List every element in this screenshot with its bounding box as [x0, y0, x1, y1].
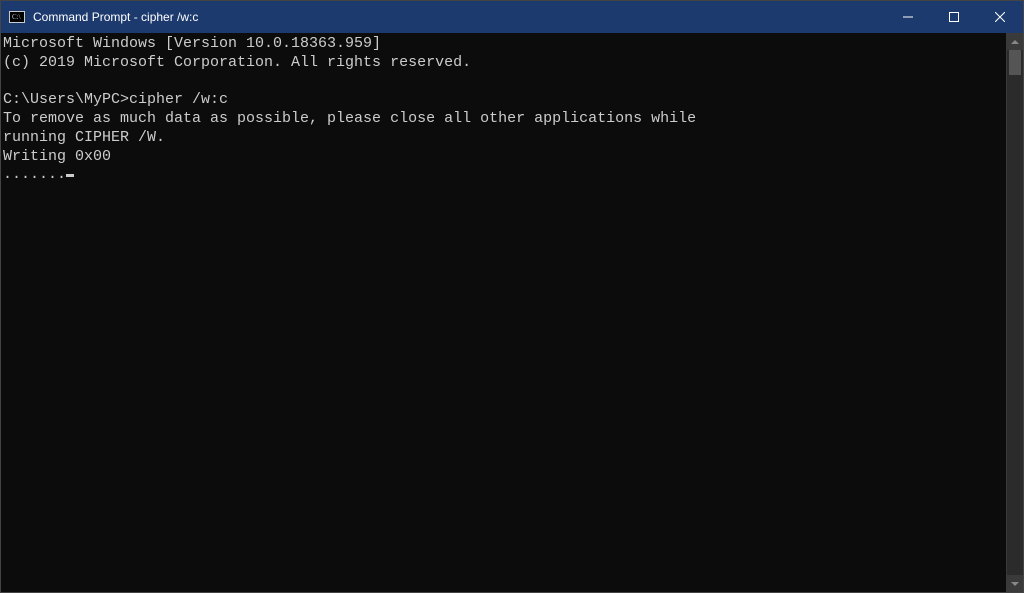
chevron-down-icon	[1011, 580, 1019, 588]
progress-dots: .......	[3, 166, 66, 183]
terminal-output[interactable]: Microsoft Windows [Version 10.0.18363.95…	[1, 33, 1006, 592]
minimize-button[interactable]	[885, 1, 931, 33]
titlebar[interactable]: C:\ Command Prompt - cipher /w:c	[1, 1, 1023, 33]
cmd-icon: C:\	[9, 9, 25, 25]
prompt-text: C:\Users\MyPC>	[3, 91, 129, 108]
content-area: Microsoft Windows [Version 10.0.18363.95…	[1, 33, 1023, 592]
prompt-line: C:\Users\MyPC>cipher /w:c	[3, 91, 228, 108]
status-line: Writing 0x00	[3, 148, 111, 165]
scroll-track[interactable]	[1007, 50, 1023, 575]
command-prompt-window: C:\ Command Prompt - cipher /w:c	[0, 0, 1024, 593]
close-icon	[995, 12, 1005, 22]
vertical-scrollbar[interactable]	[1006, 33, 1023, 592]
window-controls	[885, 1, 1023, 33]
cursor	[66, 174, 74, 177]
copyright-line: (c) 2019 Microsoft Corporation. All righ…	[3, 54, 471, 71]
message-line-1: To remove as much data as possible, plea…	[3, 110, 696, 127]
version-line: Microsoft Windows [Version 10.0.18363.95…	[3, 35, 381, 52]
minimize-icon	[903, 12, 913, 22]
progress-line: .......	[3, 166, 74, 183]
window-title: Command Prompt - cipher /w:c	[33, 10, 885, 24]
maximize-button[interactable]	[931, 1, 977, 33]
maximize-icon	[949, 12, 959, 22]
command-text: cipher /w:c	[129, 91, 228, 108]
scroll-thumb[interactable]	[1009, 50, 1021, 75]
close-button[interactable]	[977, 1, 1023, 33]
svg-text:C:\: C:\	[12, 13, 21, 21]
message-line-2: running CIPHER /W.	[3, 129, 165, 146]
chevron-up-icon	[1011, 38, 1019, 46]
scroll-up-button[interactable]	[1007, 33, 1023, 50]
scroll-down-button[interactable]	[1007, 575, 1023, 592]
